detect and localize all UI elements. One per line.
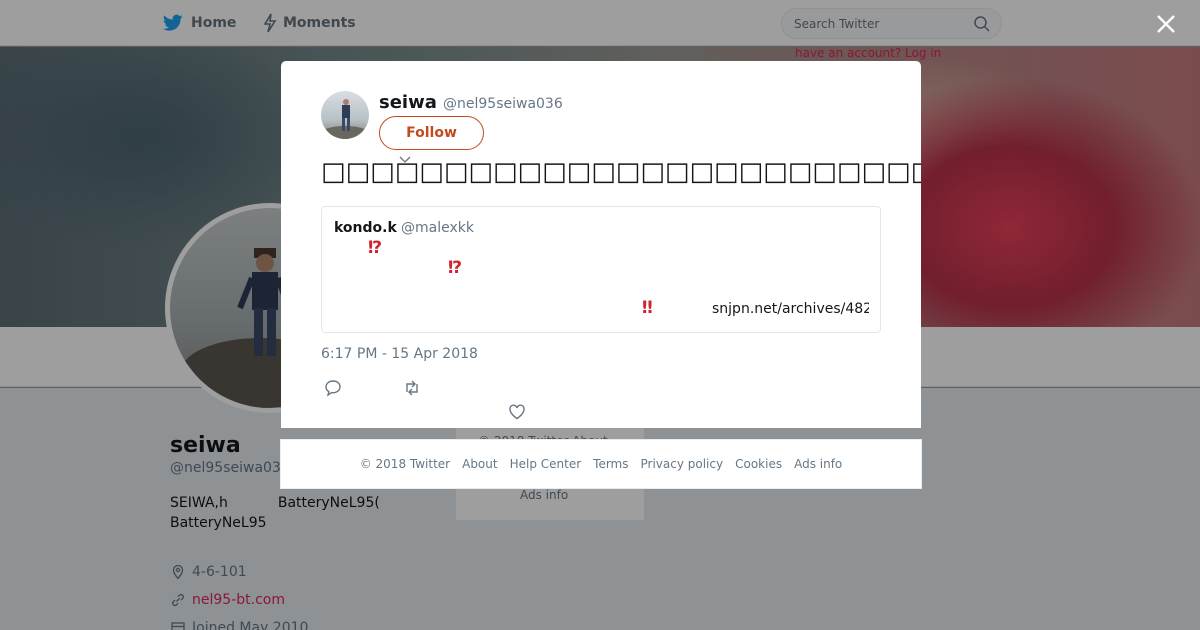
- tweet-timestamp[interactable]: 6:17 PM - 15 Apr 2018: [321, 346, 478, 362]
- quoted-exclamation-mark: ⁉: [368, 238, 383, 258]
- retweet-icon[interactable]: [402, 378, 422, 398]
- tweet-author-handle[interactable]: @nel95seiwa036: [443, 96, 563, 112]
- tweet-author-avatar[interactable]: [321, 91, 369, 139]
- tweet-text: □□□□□□□□□□□□□□□□□□□□□□□□□□□□□□□□□□□□□□□□…: [321, 157, 921, 187]
- tweet-permalink-modal: seiwa @nel95seiwa036 Follow □□□□□□□□□□□□…: [281, 61, 921, 428]
- heart-icon[interactable]: [507, 402, 527, 422]
- footer-link-help-center[interactable]: Help Center: [510, 457, 582, 471]
- reply-icon[interactable]: [323, 378, 343, 398]
- quoted-link[interactable]: snjpn.net/archives/482: [712, 301, 869, 317]
- modal-footer: © 2018 Twitter About Help Center Terms P…: [280, 439, 922, 489]
- footer-link-ads-info[interactable]: Ads info: [794, 457, 842, 471]
- footer-link-privacy-policy[interactable]: Privacy policy: [641, 457, 724, 471]
- footer-link-about[interactable]: About: [462, 457, 497, 471]
- quoted-tweet[interactable]: kondo.k @malexkk ⁉ ⁉ ‼ snjpn.net/archive…: [321, 206, 881, 333]
- footer-copyright: © 2018 Twitter: [359, 457, 451, 471]
- follow-button[interactable]: Follow: [379, 116, 484, 150]
- tweet-author-name[interactable]: seiwa: [379, 92, 437, 113]
- close-icon[interactable]: [1154, 12, 1178, 36]
- footer-link-cookies[interactable]: Cookies: [735, 457, 782, 471]
- footer-link-terms[interactable]: Terms: [593, 457, 628, 471]
- quoted-exclamation-mark: ‼: [642, 298, 653, 318]
- quoted-author-name: kondo.k: [334, 220, 397, 236]
- quoted-exclamation-mark: ⁉: [448, 258, 463, 278]
- author-avatar-photo: [321, 99, 369, 139]
- quoted-author-handle: @malexkk: [401, 220, 474, 236]
